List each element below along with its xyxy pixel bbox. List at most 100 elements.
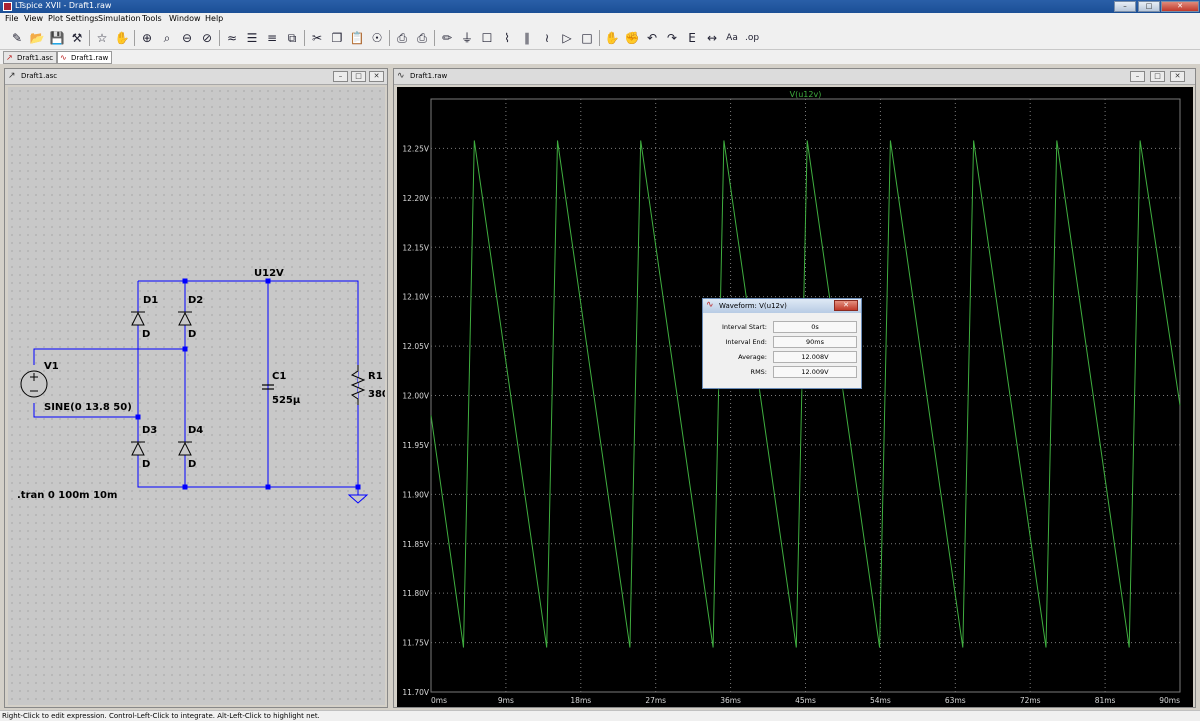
menu-help[interactable]: Help (205, 14, 223, 23)
waveform-window-title: Draft1.raw (410, 72, 448, 80)
tab-draft1-asc[interactable]: ↗ Draft1.asc (3, 51, 58, 64)
dialog-titlebar[interactable]: ∿ Waveform: V(u12v) ✕ (703, 299, 861, 313)
tile-icon[interactable]: ☰ (243, 29, 261, 47)
x-tick-label[interactable]: 36ms (720, 696, 741, 705)
y-tick-label[interactable]: 12.25V (402, 144, 429, 153)
diode-d1-symbol[interactable] (131, 311, 145, 326)
x-tick-label[interactable]: 81ms (1095, 696, 1116, 705)
x-tick-label[interactable]: 9ms (498, 696, 514, 705)
schematic-canvas[interactable]: U12V D1 D D2 D D3 D D4 D C1 525μ R1 380 … (8, 87, 385, 705)
dialog-row-average: Average: 12.008V (703, 351, 863, 364)
schematic-maximize-button[interactable]: □ (351, 71, 366, 82)
y-tick-label[interactable]: 12.00V (402, 392, 429, 401)
y-tick-label[interactable]: 12.10V (402, 293, 429, 302)
drag-icon[interactable]: ✊ (623, 29, 641, 47)
average-field[interactable]: 12.008V (773, 351, 857, 363)
find-icon[interactable]: ☉ (368, 29, 386, 47)
resistor-r1-symbol[interactable] (350, 365, 366, 405)
run-icon[interactable]: ☆ (93, 29, 111, 47)
label-net-icon[interactable]: ☐ (478, 29, 496, 47)
x-tick-label[interactable]: 54ms (870, 696, 891, 705)
cut-icon[interactable]: ✂ (308, 29, 326, 47)
voltage-source-v1-symbol[interactable] (20, 370, 48, 398)
x-tick-label[interactable]: 0ms (431, 696, 447, 705)
mirror-icon[interactable]: ↔ (703, 29, 721, 47)
menu-file[interactable]: File (5, 14, 18, 23)
menu-tools[interactable]: Tools (142, 14, 162, 23)
interval-end-field[interactable]: 90ms (773, 336, 857, 348)
inductor-icon[interactable]: ≀ (538, 29, 556, 47)
menu-simulation[interactable]: Simulation (98, 14, 141, 23)
minimize-button[interactable]: – (1114, 1, 1136, 12)
trace-label-v-u12v[interactable]: V(u12v) (790, 90, 822, 99)
zoom-fit-icon[interactable]: ⊘ (198, 29, 216, 47)
close-button[interactable]: ✕ (1161, 1, 1199, 12)
tab-draft1-raw[interactable]: ∿ Draft1.raw (57, 51, 113, 64)
component-icon[interactable]: □ (578, 29, 596, 47)
y-tick-label[interactable]: 11.70V (402, 688, 429, 697)
ground-icon[interactable]: ⏚ (458, 29, 476, 47)
y-tick-label[interactable]: 12.20V (402, 194, 429, 203)
print-icon[interactable]: ⎙ (413, 29, 431, 47)
menu-window[interactable]: Window (169, 14, 201, 23)
control-panel-icon[interactable]: ⚒ (68, 29, 86, 47)
move-icon[interactable]: ✋ (603, 29, 621, 47)
y-tick-label[interactable]: 11.85V (402, 540, 429, 549)
rotate-icon[interactable]: E (683, 29, 701, 47)
draw-wire-icon[interactable]: ✏ (438, 29, 456, 47)
ground-symbol[interactable] (347, 487, 369, 504)
schematic-minimize-button[interactable]: – (333, 71, 348, 82)
net-label-u12v[interactable]: U12V (254, 268, 284, 279)
text-icon[interactable]: Aa (723, 29, 741, 47)
undo-icon[interactable]: ↶ (643, 29, 661, 47)
diode-d3-symbol[interactable] (131, 441, 145, 456)
waveform-window-titlebar[interactable]: ∿ Draft1.raw – □ ✕ (394, 69, 1195, 85)
y-tick-label[interactable]: 11.75V (402, 639, 429, 648)
diode-d4-symbol[interactable] (178, 441, 192, 456)
y-tick-label[interactable]: 12.05V (402, 342, 429, 351)
waveform-maximize-button[interactable]: □ (1150, 71, 1165, 82)
print-setup-icon[interactable]: ⎙ (393, 29, 411, 47)
x-tick-label[interactable]: 27ms (645, 696, 666, 705)
diode-icon[interactable]: ▷ (558, 29, 576, 47)
interval-start-field[interactable]: 0s (773, 321, 857, 333)
new-schematic-icon[interactable]: ✎ (8, 29, 26, 47)
pan-icon[interactable]: ⌕ (158, 29, 176, 47)
autorange-icon[interactable]: ≈ (223, 29, 241, 47)
wire-loop[interactable] (137, 280, 359, 488)
waveform-minimize-button[interactable]: – (1130, 71, 1145, 82)
spice-directive[interactable]: .tran 0 100m 10m (17, 490, 117, 501)
menu-view[interactable]: View (24, 14, 43, 23)
y-tick-label[interactable]: 11.80V (402, 589, 429, 598)
waveform-close-button[interactable]: ✕ (1170, 71, 1185, 82)
x-tick-label[interactable]: 45ms (795, 696, 816, 705)
halt-icon[interactable]: ✋ (113, 29, 131, 47)
open-icon[interactable]: 📂 (28, 29, 46, 47)
y-tick-label[interactable]: 12.15V (402, 243, 429, 252)
cascade-icon[interactable]: ≡ (263, 29, 281, 47)
rms-field[interactable]: 12.009V (773, 366, 857, 378)
redo-icon[interactable]: ↷ (663, 29, 681, 47)
spice-directive-icon[interactable]: .op (743, 29, 761, 47)
capacitor-icon[interactable]: ∥ (518, 29, 536, 47)
x-tick-label[interactable]: 63ms (945, 696, 966, 705)
schematic-window-titlebar[interactable]: ↗ Draft1.asc – □ ✕ (5, 69, 387, 85)
paste-icon[interactable]: 📋 (348, 29, 366, 47)
y-tick-label[interactable]: 11.90V (402, 490, 429, 499)
close-window-icon[interactable]: ⧉ (283, 29, 301, 47)
x-tick-label[interactable]: 18ms (570, 696, 591, 705)
x-tick-label[interactable]: 90ms (1159, 696, 1180, 705)
zoom-out-icon[interactable]: ⊖ (178, 29, 196, 47)
save-icon[interactable]: 💾 (48, 29, 66, 47)
diode-d2-symbol[interactable] (178, 311, 192, 326)
x-tick-label[interactable]: 72ms (1020, 696, 1041, 705)
waveform-plot-pane[interactable]: 12.25V 12.20V 12.15V 12.10V 12.05V 12.00V 11.9… (397, 87, 1193, 707)
zoom-in-icon[interactable]: ⊕ (138, 29, 156, 47)
y-tick-label[interactable]: 11.95V (402, 441, 429, 450)
schematic-close-button[interactable]: ✕ (369, 71, 384, 82)
dialog-close-button[interactable]: ✕ (834, 300, 858, 311)
menu-plot-settings[interactable]: Plot Settings (48, 14, 98, 23)
maximize-button[interactable]: □ (1138, 1, 1160, 12)
copy-icon[interactable]: ❐ (328, 29, 346, 47)
resistor-icon[interactable]: ⌇ (498, 29, 516, 47)
